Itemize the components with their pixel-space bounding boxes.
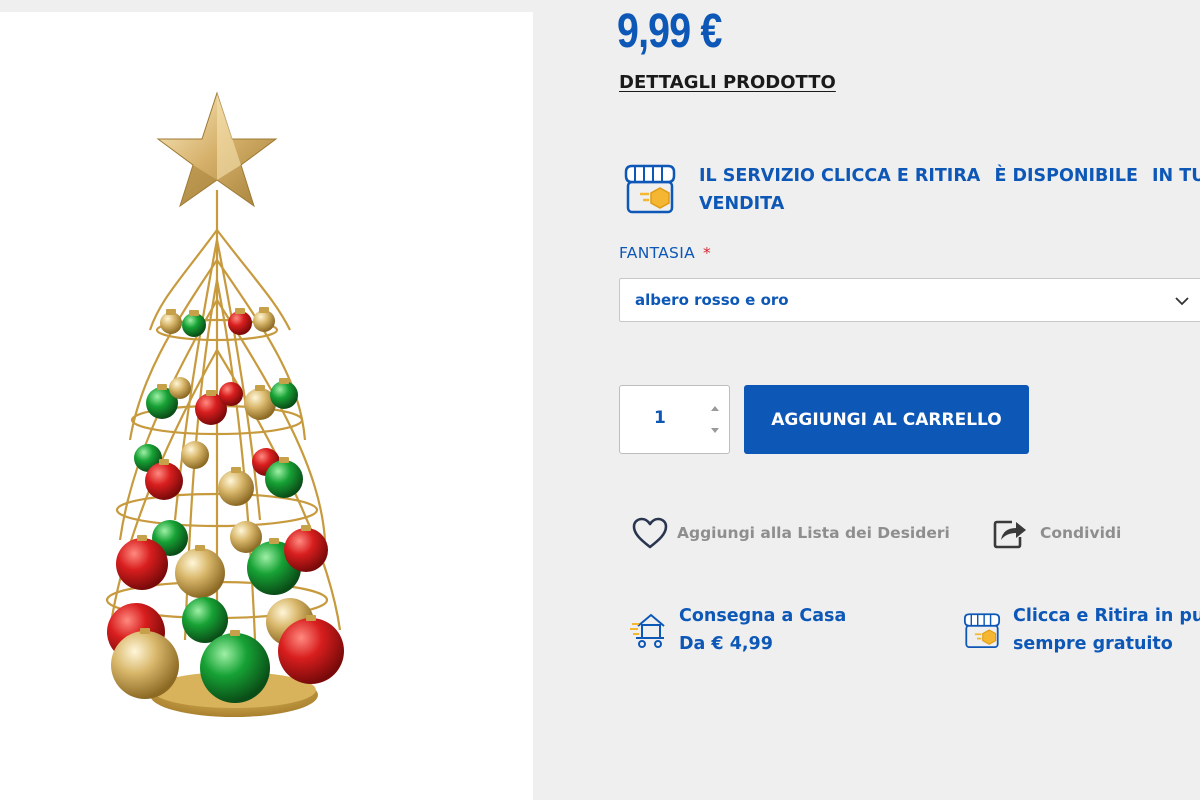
banner-line-2: VENDITA xyxy=(699,194,785,214)
click-collect-banner: IL SERVIZIO CLICCA E RITIRA È DISPONIBIL… xyxy=(699,162,1200,218)
quantity-up-icon[interactable] xyxy=(708,403,722,415)
share-label: Condividi xyxy=(1040,524,1122,542)
quantity-stepper[interactable]: 1 xyxy=(619,385,730,454)
product-image-panel xyxy=(0,12,533,800)
add-to-cart-button[interactable]: AGGIUNGI AL CARRELLO xyxy=(744,385,1029,454)
quantity-down-icon[interactable] xyxy=(708,424,722,436)
home-delivery-info: Consegna a Casa Da € 4,99 xyxy=(679,602,846,658)
banner-part-available: È DISPONIBILE xyxy=(994,166,1138,186)
home-delivery-title: Consegna a Casa xyxy=(679,606,847,626)
wishlist-action[interactable]: Aggiungi alla Lista dei Desideri xyxy=(631,516,950,550)
product-price: 9,99 € xyxy=(617,5,722,58)
store-pickup-subtitle: sempre gratuito xyxy=(1013,634,1173,654)
share-icon xyxy=(993,520,1026,549)
home-delivery-icon xyxy=(630,602,670,654)
banner-part-service: IL SERVIZIO CLICCA E RITIRA xyxy=(699,166,981,186)
chevron-down-icon xyxy=(1175,297,1189,306)
variant-label-text: FANTASIA xyxy=(619,244,695,262)
variant-select[interactable]: albero rosso e oro xyxy=(619,278,1200,322)
variant-selected-value: albero rosso e oro xyxy=(635,291,789,309)
product-details-link[interactable]: DETTAGLI PRODOTTO xyxy=(619,72,836,93)
banner-part-all: IN TUTTI xyxy=(1152,166,1200,186)
store-pickup-title: Clicca e Ritira in pu xyxy=(1013,606,1200,626)
home-delivery-price: Da € 4,99 xyxy=(679,634,773,654)
product-image[interactable] xyxy=(0,12,533,800)
wishlist-label: Aggiungi alla Lista dei Desideri xyxy=(677,524,950,542)
share-action[interactable]: Condividi xyxy=(992,516,1121,550)
quantity-value[interactable]: 1 xyxy=(654,408,666,428)
store-pickup-info: Clicca e Ritira in pu sempre gratuito xyxy=(1013,602,1200,658)
store-pickup-icon xyxy=(622,162,678,218)
store-pickup-small-icon xyxy=(962,610,1002,654)
required-marker: * xyxy=(702,244,712,262)
variant-label: FANTASIA * xyxy=(619,244,711,262)
heart-icon xyxy=(632,517,668,549)
